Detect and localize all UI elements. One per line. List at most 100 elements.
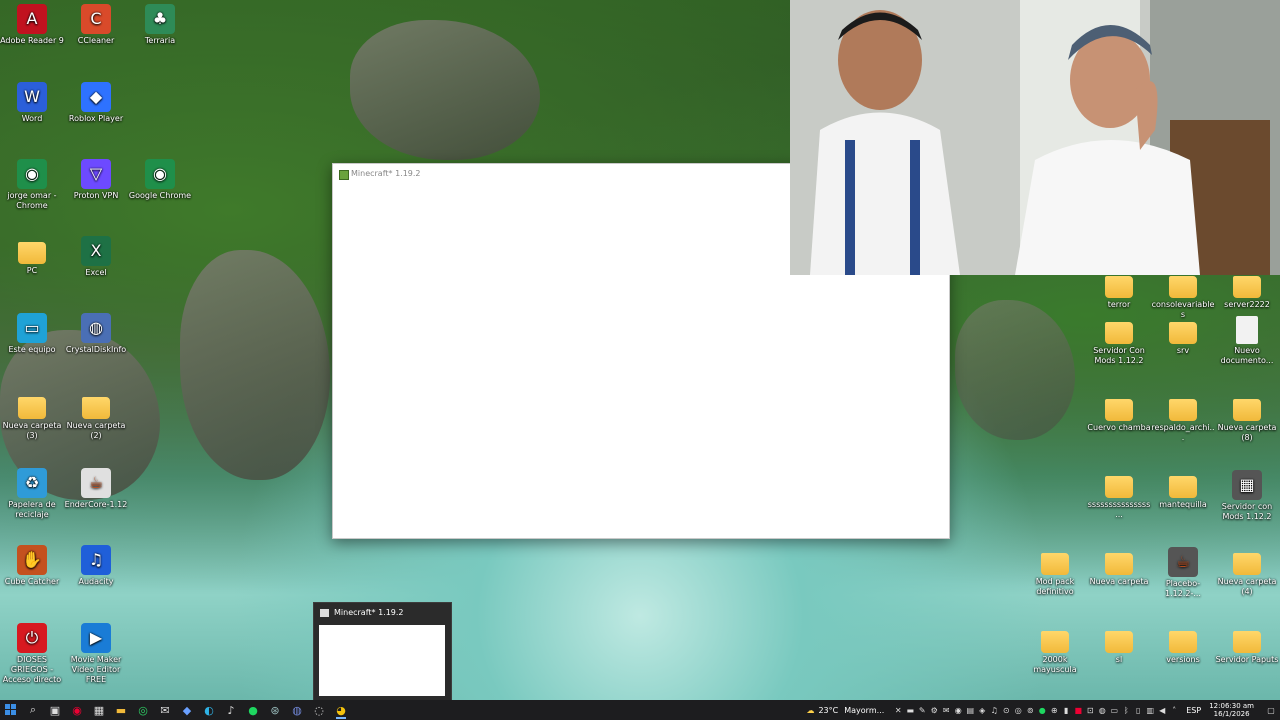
tray-app-icon[interactable]: ⊕ <box>1048 700 1060 720</box>
bluetooth-icon[interactable]: ᛒ <box>1120 700 1132 720</box>
spotify-icon[interactable]: ● <box>242 700 264 720</box>
desktop-icon-label: Audacity <box>78 577 114 586</box>
desktop-icon[interactable]: ▭ Este equipo <box>0 313 64 355</box>
ccleaner-icon: C <box>81 4 111 34</box>
desktop-icon[interactable]: ▶ Movie Maker Video Editor FREE <box>64 623 128 685</box>
desktop-icon-label: Placebo-1.12.2-... <box>1165 579 1201 598</box>
desktop-icon-label: PC <box>26 266 38 275</box>
chrome-taskbar-icon[interactable]: ◕ <box>330 700 352 720</box>
tray-app-icon[interactable]: ◎ <box>1012 700 1024 720</box>
desktop-icon[interactable]: ☕ Placebo-1.12.2-... <box>1151 547 1215 599</box>
desktop-icon[interactable]: sl <box>1087 625 1151 665</box>
tray-app-icon[interactable]: ⊙ <box>1000 700 1012 720</box>
tray-app-icon[interactable]: ▤ <box>964 700 976 720</box>
desktop-icon-label: Excel <box>85 268 107 277</box>
tray-app-icon[interactable]: ⊚ <box>1024 700 1036 720</box>
tray-app-icon[interactable]: ⊡ <box>1084 700 1096 720</box>
app-icon-red[interactable]: ◉ <box>66 700 88 720</box>
desktop-icon[interactable]: Servidor Con Mods 1.12.2 <box>1087 316 1151 366</box>
desktop-icon[interactable]: Nuevo documento... <box>1215 316 1279 366</box>
tray-app-icon[interactable]: ◍ <box>1096 700 1108 720</box>
security-icon[interactable]: ◆ <box>176 700 198 720</box>
desktop-icon[interactable]: PC <box>0 236 64 276</box>
desktop-icon[interactable]: ✋ Cube Catcher <box>0 545 64 587</box>
desktop-icon[interactable]: Nueva carpeta <box>1087 547 1151 587</box>
mail-icon[interactable]: ✉ <box>154 700 176 720</box>
tree-icon: ♣ <box>145 4 175 34</box>
network-icon[interactable]: ▥ <box>1144 700 1156 720</box>
preview-title: Minecraft* 1.19.2 <box>334 608 404 617</box>
store-icon[interactable]: ▦ <box>88 700 110 720</box>
folder-icon <box>1105 276 1133 298</box>
desktop-icon[interactable]: Cuervo chamba <box>1087 393 1151 433</box>
tray-app-icon[interactable]: ▭ <box>1108 700 1120 720</box>
discord-icon[interactable]: ◍ <box>286 700 308 720</box>
desktop-icon[interactable]: ◉ jorge omar - Chrome <box>0 159 64 211</box>
desktop-icon[interactable]: X Excel <box>64 236 128 278</box>
tray-app-icon[interactable]: ⚙ <box>928 700 940 720</box>
file-explorer-icon[interactable]: ▬ <box>110 700 132 720</box>
desktop-icon[interactable]: Nueva carpeta (4) <box>1215 547 1279 597</box>
desktop-icon[interactable]: versions <box>1151 625 1215 665</box>
desktop-icon[interactable]: Nueva carpeta (8) <box>1215 393 1279 443</box>
desktop-icon[interactable]: Nueva carpeta (2) <box>64 391 128 441</box>
desktop-icon[interactable]: ♣ Terraria <box>128 4 192 46</box>
tiktok-icon[interactable]: ♪ <box>220 700 242 720</box>
weather-description[interactable]: Mayorm... <box>844 706 884 715</box>
tray-app-icon[interactable]: ▬ <box>904 700 916 720</box>
desktop-icon[interactable]: W Word <box>0 82 64 124</box>
desktop-icon[interactable]: ⏻ DIOSES GRIEGOS - Acceso directo <box>0 623 64 685</box>
desktop-icon[interactable]: ▽ Proton VPN <box>64 159 128 201</box>
tray-app-icon[interactable]: ✎ <box>916 700 928 720</box>
clock[interactable]: 12:06:30 am 16/1/2026 <box>1209 702 1254 718</box>
desktop-icon[interactable]: C CCleaner <box>64 4 128 46</box>
desktop-icon[interactable]: server2222 <box>1215 270 1279 310</box>
desktop-icon[interactable]: ◆ Roblox Player <box>64 82 128 124</box>
desktop-icon[interactable]: mantequilla <box>1151 470 1215 510</box>
tray-app-icon[interactable]: ✉ <box>940 700 952 720</box>
tray-app-icon[interactable]: ▯ <box>1132 700 1144 720</box>
desktop-icon[interactable]: Mod pack definitivo <box>1023 547 1087 597</box>
desktop-icon[interactable]: ◉ Google Chrome <box>128 159 192 201</box>
obs-icon[interactable]: ◌ <box>308 700 330 720</box>
desktop-icon[interactable]: Nueva carpeta (3) <box>0 391 64 441</box>
desktop-icon[interactable]: sssssssssssssss... <box>1087 470 1151 520</box>
desktop-icon[interactable]: Servidor Paputs <box>1215 625 1279 665</box>
desktop-icon-label: versions <box>1166 655 1200 664</box>
search-icon[interactable]: ⌕ <box>22 700 44 720</box>
record-icon[interactable]: ■ <box>1072 700 1084 720</box>
weather-temperature[interactable]: 23°C <box>818 706 838 715</box>
desktop-icon[interactable]: ♫ Audacity <box>64 545 128 587</box>
whatsapp-icon[interactable]: ◎ <box>132 700 154 720</box>
tray-app-icon[interactable]: ♫ <box>988 700 1000 720</box>
tray-app-icon[interactable]: ● <box>1036 700 1048 720</box>
volume-icon[interactable]: ◀ <box>1156 700 1168 720</box>
tray-app-icon[interactable]: ◈ <box>976 700 988 720</box>
edge-icon[interactable]: ◐ <box>198 700 220 720</box>
chevron-up-icon[interactable]: ˄ <box>1168 700 1180 720</box>
desktop-icon[interactable]: srv <box>1151 316 1215 356</box>
start-button[interactable] <box>0 700 22 720</box>
notifications-icon[interactable]: ▢ <box>1262 700 1280 720</box>
desktop-icon[interactable]: 2000k mayuscula <box>1023 625 1087 675</box>
minecraft-window-title: Minecraft* 1.19.2 <box>351 169 421 178</box>
task-view-icon[interactable]: ▣ <box>44 700 66 720</box>
pin-icon[interactable]: ✕ <box>892 700 904 720</box>
desktop-icon[interactable]: ▦ Servidor con Mods 1.12.2 <box>1215 470 1279 522</box>
language-indicator[interactable]: ESP <box>1186 706 1201 715</box>
desktop-icon[interactable]: consolevariables <box>1151 270 1215 320</box>
desktop-icon[interactable]: A Adobe Reader 9 <box>0 4 64 46</box>
tray-app-icon[interactable]: ◉ <box>952 700 964 720</box>
desktop-icon[interactable]: ◍ CrystalDiskInfo <box>64 313 128 355</box>
desktop-icon[interactable]: respaldo_archi... <box>1151 393 1215 443</box>
desktop-icon-label: Cube Catcher <box>4 577 60 586</box>
microphone-icon[interactable]: ▮ <box>1060 700 1072 720</box>
weather-icon[interactable]: ☁ <box>802 700 818 720</box>
desktop-icon-label: Nueva carpeta <box>1089 577 1149 586</box>
desktop-icon[interactable]: ♻ Papelera de reciclaje <box>0 468 64 520</box>
desktop-icon[interactable]: terror <box>1087 270 1151 310</box>
desktop-icon[interactable]: ☕ EnderCore-1.12 <box>64 468 128 510</box>
roblox-icon: ◆ <box>81 82 111 112</box>
steam-icon[interactable]: ⊛ <box>264 700 286 720</box>
taskbar-window-preview[interactable]: Minecraft* 1.19.2 <box>313 602 452 700</box>
